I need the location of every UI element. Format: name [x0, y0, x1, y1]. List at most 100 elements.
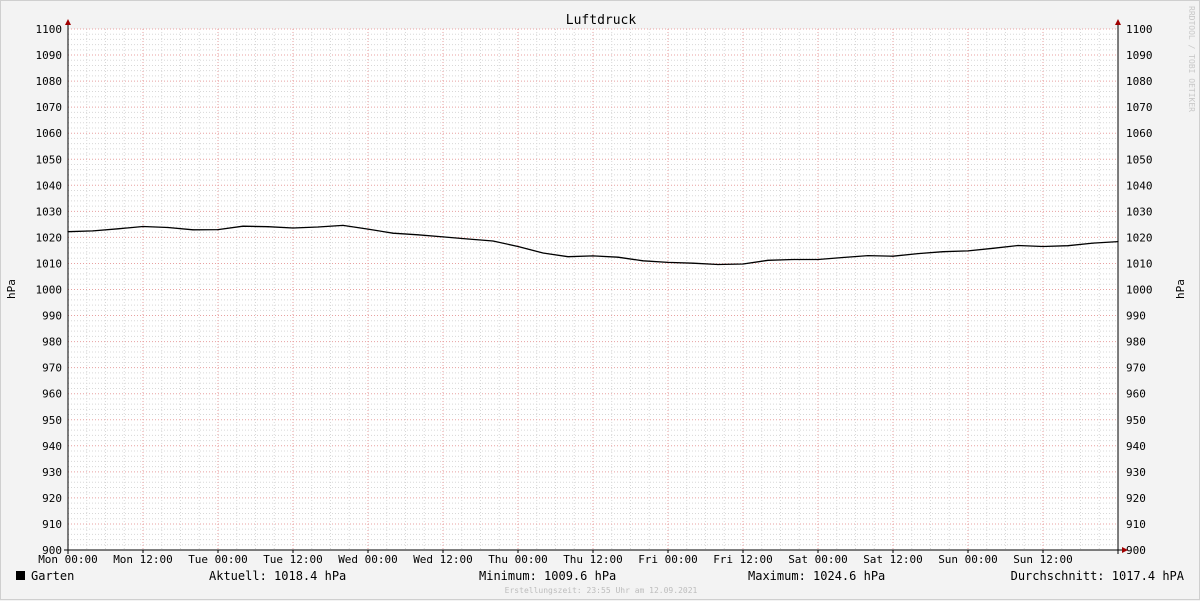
data-point: [342, 224, 344, 227]
data-point: [992, 247, 994, 249]
data-point: [592, 255, 594, 257]
y-tick-label-right: 960: [1126, 388, 1146, 401]
data-point: [817, 258, 819, 261]
y-tick-label-left: 1050: [36, 153, 63, 166]
y-tick-label-right: 1100: [1126, 23, 1153, 36]
y-axis-label-right: hPa: [1174, 279, 1187, 299]
y-tick-label-right: 930: [1126, 466, 1146, 479]
data-point: [67, 231, 69, 233]
y-tick-label-left: 970: [42, 362, 62, 375]
data-point: [942, 251, 944, 253]
pressure-chart: 900 900910 910920 920930 930940 940950 950960 9…: [5, 6, 1196, 595]
data-point: [317, 226, 319, 228]
data-point: [442, 236, 444, 238]
x-tick-label: Sat 00:00: [788, 553, 848, 566]
x-tick-label: Thu 12:00: [563, 553, 623, 566]
y-tick-label-left: 1020: [36, 231, 63, 244]
y-tick-label-left: 1070: [36, 101, 63, 114]
y-tick-label-right: 1000: [1126, 284, 1153, 297]
y-tick-label-right: 940: [1126, 440, 1146, 453]
data-point: [717, 263, 719, 266]
y-tick-label-left: 960: [42, 388, 62, 401]
x-tick-label: Sun 12:00: [1013, 553, 1073, 566]
y-tick-label-left: 990: [42, 310, 62, 323]
data-point: [917, 252, 919, 255]
data-point: [892, 255, 894, 257]
x-tick-label: Fri 12:00: [713, 553, 773, 566]
data-point: [567, 256, 569, 258]
y-tick-label-right: 950: [1126, 414, 1146, 427]
y-tick-label-left: 1010: [36, 257, 63, 270]
data-point: [392, 232, 394, 234]
y-tick-label-left: 980: [42, 336, 62, 349]
chart-title: Luftdruck: [566, 13, 637, 28]
y-tick-label-right: 1030: [1126, 205, 1153, 218]
data-point: [1092, 242, 1094, 244]
data-point: [642, 260, 644, 262]
x-tick-label: Sat 12:00: [863, 553, 923, 566]
y-tick-label-right: 1040: [1126, 179, 1153, 192]
data-point: [517, 245, 519, 248]
data-point: [217, 228, 219, 231]
y-tick-label-left: 1090: [36, 49, 63, 62]
data-point: [292, 227, 294, 229]
data-point: [867, 255, 869, 257]
y-tick-label-right: 1060: [1126, 127, 1153, 140]
data-point: [192, 229, 194, 231]
y-axis-arrow-left: [65, 19, 71, 25]
data-point: [142, 225, 144, 228]
data-point: [467, 238, 469, 240]
y-axis-arrow-right: [1115, 19, 1121, 25]
y-tick-label-left: 1030: [36, 205, 63, 218]
y-tick-label-right: 1090: [1126, 49, 1153, 62]
data-point: [492, 240, 494, 242]
y-tick-label-right: 990: [1126, 310, 1146, 323]
footer-timestamp: Erstellungszeit: 23:55 Uhr am 12.09.2021: [505, 586, 698, 595]
data-point: [742, 263, 744, 265]
data-point: [167, 226, 169, 229]
x-tick-label: Sun 00:00: [938, 553, 998, 566]
legend-swatch: [16, 571, 25, 580]
data-point: [1067, 245, 1069, 247]
x-tick-label: Thu 00:00: [488, 553, 548, 566]
y-tick-label-left: 1060: [36, 127, 63, 140]
data-point: [967, 250, 969, 252]
x-tick-label: Tue 12:00: [263, 553, 323, 566]
legend-aktuell: Aktuell: 1018.4 hPa: [209, 569, 346, 583]
data-point: [792, 258, 794, 261]
y-tick-label-left: 1040: [36, 179, 63, 192]
x-tick-label: Wed 00:00: [338, 553, 398, 566]
y-axis-label-left: hPa: [5, 279, 18, 299]
y-tick-label-right: 1070: [1126, 101, 1153, 114]
y-tick-label-right: 980: [1126, 336, 1146, 349]
data-point: [1117, 240, 1119, 243]
x-tick-label: Wed 12:00: [413, 553, 473, 566]
y-tick-label-left: 1100: [36, 23, 63, 36]
legend-maximum: Maximum: 1024.6 hPa: [748, 569, 885, 583]
y-tick-label-right: 1010: [1126, 257, 1153, 270]
x-tick-label: Mon 12:00: [113, 553, 173, 566]
data-point: [242, 225, 244, 227]
y-tick-label-left: 910: [42, 518, 62, 531]
data-point: [542, 252, 544, 254]
data-point: [117, 228, 119, 230]
y-tick-label-left: 1080: [36, 75, 63, 88]
y-tick-label-right: 1050: [1126, 153, 1153, 166]
data-point: [617, 256, 619, 258]
legend-series-name: Garten: [31, 569, 74, 583]
watermark: RRDTOOL / TOBI OETIKER: [1187, 6, 1196, 112]
data-point: [767, 259, 769, 261]
data-point: [367, 228, 369, 230]
y-tick-label-left: 930: [42, 466, 62, 479]
data-point: [267, 226, 269, 228]
chart-frame: 900 900 910 910 920 920 930 930 940 940 950 950 960 9…: [0, 0, 1200, 600]
y-tick-label-right: 920: [1126, 492, 1146, 505]
y-tick-label-left: 920: [42, 492, 62, 505]
y-tick-label-right: 900: [1126, 544, 1146, 557]
y-tick-label-right: 1080: [1126, 75, 1153, 88]
y-tick-label-right: 910: [1126, 518, 1146, 531]
y-tick-label-right: 1020: [1126, 231, 1153, 244]
y-tick-label-left: 950: [42, 414, 62, 427]
y-tick-label-right: 970: [1126, 362, 1146, 375]
data-point: [417, 234, 419, 236]
